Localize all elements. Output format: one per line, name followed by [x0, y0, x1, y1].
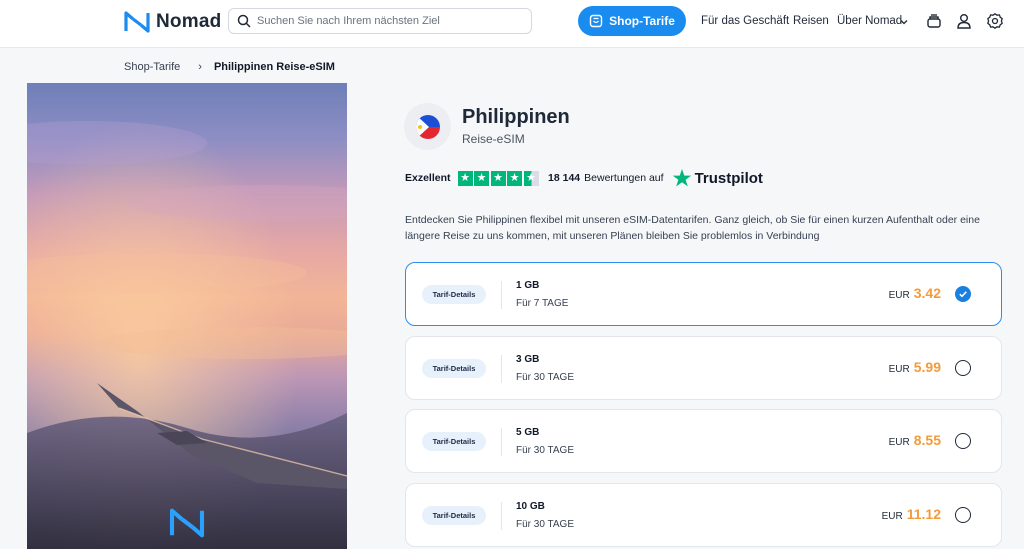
plan-currency: EUR	[888, 437, 910, 448]
breadcrumb-separator: ›	[198, 61, 202, 73]
nav-about[interactable]: Über Nomad	[837, 15, 902, 27]
plan-card-5gb[interactable]: Tarif-Details 5 GB Für 30 TAGE EUR 8.55	[405, 409, 1002, 473]
star-icon: ★	[457, 170, 473, 186]
breadcrumb-current: Philippinen Reise-eSIM	[213, 61, 335, 73]
search-input[interactable]	[257, 15, 527, 27]
product-title: Philippinen	[462, 106, 570, 128]
plan-duration: Für 30 TAGE	[516, 445, 574, 456]
nomad-watermark-icon	[169, 508, 205, 538]
hero-image	[27, 83, 347, 549]
plan-data-amount: 5 GB	[516, 427, 540, 438]
stack-icon[interactable]	[925, 12, 943, 30]
plan-price: EUR 8.55	[889, 432, 941, 448]
trustpilot-rating[interactable]: Exzellent ★ ★ ★ ★ ★ 18 144 Bewertungen a…	[405, 168, 763, 188]
trustpilot-logo-text: Trustpilot	[694, 169, 763, 187]
plan-data-amount: 10 GB	[516, 501, 545, 512]
plan-details-button[interactable]: Tarif-Details	[422, 285, 486, 304]
plan-duration: Für 30 TAGE	[516, 519, 574, 530]
half-star-icon: ★	[523, 170, 539, 186]
plan-amount: 11.12	[906, 506, 941, 522]
logo-text: Nomad	[156, 11, 222, 32]
user-icon[interactable]	[955, 12, 973, 30]
plan-radio-checked[interactable]	[955, 286, 971, 302]
star-icon: ★	[474, 170, 490, 186]
nav-business[interactable]: Für das Geschäft	[701, 15, 789, 27]
nav-travel[interactable]: Reisen	[793, 15, 829, 27]
plan-price: EUR 3.42	[889, 285, 941, 301]
plan-currency: EUR	[881, 511, 903, 522]
plan-amount: 5.99	[913, 359, 941, 375]
star-icon: ★	[490, 170, 506, 186]
plan-card-10gb[interactable]: Tarif-Details 10 GB Für 30 TAGE EUR 11.1…	[405, 483, 1002, 547]
plan-details-button[interactable]: Tarif-Details	[422, 359, 486, 378]
chevron-down-icon[interactable]	[899, 14, 909, 25]
plan-details-button[interactable]: Tarif-Details	[422, 432, 486, 451]
nomad-logo[interactable]: Nomad	[124, 10, 221, 34]
rating-label: Exzellent	[405, 172, 451, 184]
star-rating: ★ ★ ★ ★ ★	[457, 170, 541, 186]
top-header: Nomad Shop-Tarife Für das Geschäft Reise…	[0, 0, 1024, 48]
search-bar[interactable]	[228, 8, 532, 34]
plan-duration: Für 30 TAGE	[516, 372, 574, 383]
country-flag	[404, 103, 451, 150]
plan-duration: Für 7 TAGE	[516, 298, 569, 309]
plan-price: EUR 11.12	[882, 506, 941, 522]
plan-divider	[501, 355, 502, 383]
plan-data-amount: 1 GB	[516, 280, 540, 291]
product-subtitle: Reise-eSIM	[462, 132, 525, 146]
breadcrumb-shop[interactable]: Shop-Tarife	[124, 61, 180, 73]
plan-details-button[interactable]: Tarif-Details	[422, 506, 486, 525]
plan-divider	[501, 502, 502, 530]
plan-amount: 8.55	[913, 432, 941, 448]
breadcrumb: Shop-Tarife › Philippinen Reise-eSIM	[124, 61, 335, 73]
plan-amount: 3.42	[913, 285, 941, 301]
plan-currency: EUR	[888, 364, 910, 375]
gear-icon[interactable]	[986, 12, 1004, 30]
plan-radio[interactable]	[955, 507, 971, 523]
plan-radio[interactable]	[955, 433, 971, 449]
philippines-flag-icon	[415, 114, 440, 139]
plan-divider	[501, 428, 502, 456]
sim-store-icon	[589, 14, 603, 28]
trustpilot-star-icon	[672, 169, 691, 187]
shop-plans-label: Shop-Tarife	[609, 14, 675, 28]
review-text: Bewertungen auf	[584, 172, 664, 184]
plan-price: EUR 5.99	[889, 359, 941, 375]
plan-card-3gb[interactable]: Tarif-Details 3 GB Für 30 TAGE EUR 5.99	[405, 336, 1002, 400]
review-count: 18 144	[548, 172, 581, 184]
plan-card-1gb[interactable]: Tarif-Details 1 GB Für 7 TAGE EUR 3.42	[405, 262, 1002, 326]
shop-plans-button[interactable]: Shop-Tarife	[578, 6, 686, 36]
airplane-window-scene	[27, 83, 347, 549]
search-icon	[237, 14, 251, 28]
plan-divider	[501, 281, 502, 309]
plan-radio[interactable]	[955, 360, 971, 376]
checkmark-icon	[959, 291, 967, 298]
plan-data-amount: 3 GB	[516, 354, 540, 365]
product-description: Entdecken Sie Philippinen flexibel mit u…	[405, 214, 980, 242]
plan-currency: EUR	[888, 290, 910, 301]
nomad-logo-icon	[124, 11, 150, 33]
star-icon: ★	[507, 170, 523, 186]
